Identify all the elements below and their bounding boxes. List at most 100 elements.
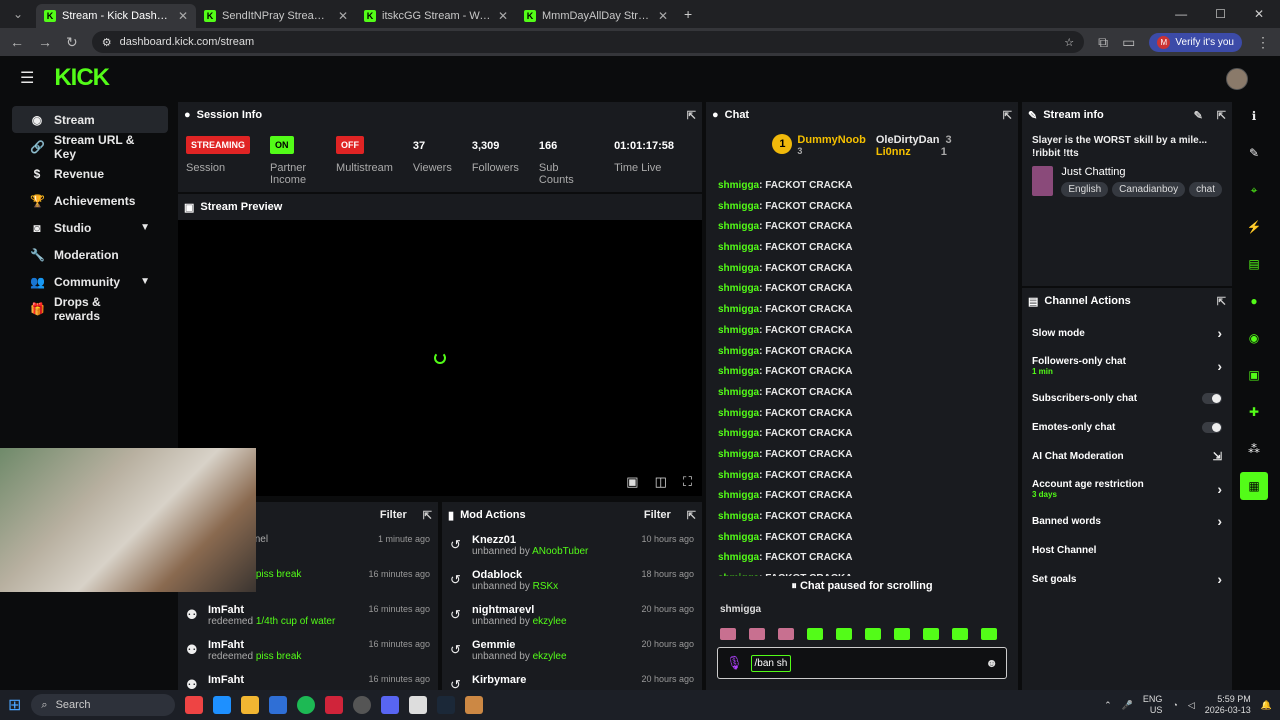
back-icon[interactable]: ← [10, 34, 24, 50]
tab-close-icon[interactable]: ✕ [338, 9, 348, 23]
url-field[interactable]: ⚙ dashboard.kick.com/stream ☆ [91, 31, 1085, 53]
browser-tab[interactable]: K Stream - Kick Dashboard ✕ [36, 4, 196, 28]
browser-tab[interactable]: K SendItNPray Stream - Watc ✕ [196, 4, 356, 28]
mod-popout-icon[interactable]: ⇱ [687, 509, 696, 522]
pencil-rail-icon[interactable]: ✎ [1240, 139, 1268, 167]
notification-bell-icon[interactable]: 🔔 [1261, 700, 1272, 711]
sidebar-item-revenue[interactable]: $ Revenue [12, 160, 168, 187]
chrome-app-icon[interactable] [185, 696, 204, 714]
chevron-right-icon[interactable]: › [1217, 481, 1222, 497]
stream-tag[interactable]: Canadianboy [1112, 182, 1186, 197]
channel-actions-popout-icon[interactable]: ⇱ [1217, 295, 1226, 308]
stream-tag[interactable]: chat [1189, 182, 1222, 197]
chat-username[interactable]: shmigga [718, 325, 759, 336]
emote-icon[interactable] [807, 628, 823, 640]
activity-popout-icon[interactable]: ⇱ [423, 509, 432, 522]
channel-action-followers-only-chat[interactable]: Followers-only chat 1 min › [1022, 349, 1232, 382]
chat-username[interactable]: shmigga [718, 490, 759, 501]
chat-rail-icon[interactable]: ● [1240, 287, 1268, 315]
chat-username[interactable]: shmigga [718, 387, 759, 398]
tab-close-icon[interactable]: ✕ [178, 9, 188, 23]
sidebar-item-stream[interactable]: ◉ Stream [12, 106, 168, 133]
chat-username[interactable]: shmigga [718, 263, 759, 274]
chat-paused-notice[interactable]: ⏸ Chat paused for scrolling [706, 580, 1018, 593]
mod-filter-button[interactable]: Filter [644, 509, 671, 521]
stream-info-popout-icon[interactable]: ⇱ [1217, 109, 1226, 122]
lightning-rail-icon[interactable]: ⚡ [1240, 213, 1268, 241]
browser-menu-icon[interactable]: ⋮ [1256, 34, 1270, 51]
runelite-app-icon[interactable] [465, 696, 484, 714]
external-link-icon[interactable]: ⇲ [1213, 450, 1222, 463]
taskbar-search[interactable]: ⌕ Search [31, 694, 176, 716]
reload-icon[interactable]: ↻ [66, 34, 78, 51]
edge-app-icon[interactable] [213, 696, 232, 714]
tray-clock[interactable]: 5:59 PM 2026-03-13 [1205, 694, 1251, 716]
chat-username[interactable]: shmigga [718, 346, 759, 357]
steam-app-icon[interactable] [437, 696, 456, 714]
spotify-app-icon[interactable] [297, 696, 316, 714]
popout-icon[interactable]: ⇱ [687, 109, 696, 122]
chevron-down-icon[interactable]: ▼ [140, 276, 150, 287]
chat-username[interactable]: shmigga [718, 242, 759, 253]
sidebar-item-achievements[interactable]: 🏆 Achievements [12, 187, 168, 214]
x-app-icon[interactable] [409, 696, 428, 714]
chat-username[interactable]: shmigga [718, 283, 759, 294]
volume-icon[interactable]: ◁ [1188, 700, 1195, 711]
forward-icon[interactable]: → [38, 34, 52, 50]
tab-close-icon[interactable]: ✕ [658, 9, 668, 23]
bookmark-star-icon[interactable]: ☆ [1064, 36, 1074, 49]
explorer-app-icon[interactable] [241, 696, 260, 714]
activity-filter-button[interactable]: Filter [380, 509, 407, 521]
new-tab-button[interactable]: + [684, 6, 692, 22]
emote-icon[interactable] [981, 628, 997, 640]
sidebar-item-moderation[interactable]: 🔧 Moderation [12, 241, 168, 268]
obs-app-icon[interactable] [325, 696, 344, 714]
emoji-icon[interactable]: ☻ [985, 656, 998, 670]
broadcast-rail-icon[interactable]: ◉ [1240, 324, 1268, 352]
category-name[interactable]: Just Chatting [1061, 166, 1222, 178]
close-window-icon[interactable]: ✕ [1254, 7, 1264, 21]
tools-rail-icon[interactable]: ✚ [1240, 398, 1268, 426]
channel-action-banned-words[interactable]: Banned words › [1022, 508, 1232, 534]
emote-icon[interactable] [865, 628, 881, 640]
store-app-icon[interactable] [269, 696, 288, 714]
minimize-icon[interactable]: — [1175, 7, 1187, 21]
edit-icon[interactable]: ✎ [1194, 109, 1203, 122]
discord-app-icon[interactable] [381, 696, 400, 714]
feed-user[interactable]: ImFaht [208, 674, 360, 686]
chat-input[interactable]: 🎙 /ban sh ☻ [717, 647, 1007, 679]
site-info-icon[interactable]: ⚙ [102, 36, 112, 49]
notes-rail-icon[interactable]: ▤ [1240, 250, 1268, 278]
emote-icon[interactable] [894, 628, 910, 640]
channel-action-set-goals[interactable]: Set goals › [1022, 566, 1232, 592]
chat-username[interactable]: shmigga [718, 408, 759, 419]
feed-user[interactable]: Gemmie [472, 639, 633, 651]
channel-action-subscribers-only-chat[interactable]: Subscribers-only chat [1022, 385, 1232, 411]
chevron-down-icon[interactable]: ▼ [140, 222, 150, 233]
kick-logo[interactable]: KICK [54, 64, 110, 92]
feed-user[interactable]: Kirbymare [472, 674, 633, 686]
feed-user[interactable]: ImFaht [208, 604, 360, 616]
emote-icon[interactable] [749, 628, 765, 640]
extensions-icon[interactable]: ⧉ [1098, 34, 1108, 51]
sidebar-item-studio[interactable]: ◙ Studio ▼ [12, 214, 168, 241]
tray-mic-icon[interactable]: 🎤 [1122, 700, 1133, 711]
user-avatar[interactable] [1226, 68, 1248, 90]
chevron-right-icon[interactable]: › [1217, 571, 1222, 587]
chat-username[interactable]: shmigga [718, 428, 759, 439]
chat-username[interactable]: shmigga [718, 201, 759, 212]
chat-username[interactable]: shmigga [718, 573, 759, 576]
chevron-right-icon[interactable]: › [1217, 358, 1222, 374]
stream-tag[interactable]: English [1061, 182, 1109, 197]
feed-user[interactable]: nightmarevl [472, 604, 633, 616]
channel-action-slow-mode[interactable]: Slow mode › [1022, 320, 1232, 346]
emote-icon[interactable] [720, 628, 736, 640]
tab-search-icon[interactable]: ⌄ [0, 7, 36, 21]
channel-action-ai-chat-moderation[interactable]: AI Chat Moderation ⇲ [1022, 443, 1232, 469]
feed-user[interactable]: Odablock [472, 569, 633, 581]
wifi-icon[interactable]: ◔ [1172, 700, 1177, 710]
chat-username[interactable]: shmigga [718, 552, 759, 563]
emote-icon[interactable] [952, 628, 968, 640]
tab-close-icon[interactable]: ✕ [498, 9, 508, 23]
chat-username[interactable]: shmigga [718, 366, 759, 377]
